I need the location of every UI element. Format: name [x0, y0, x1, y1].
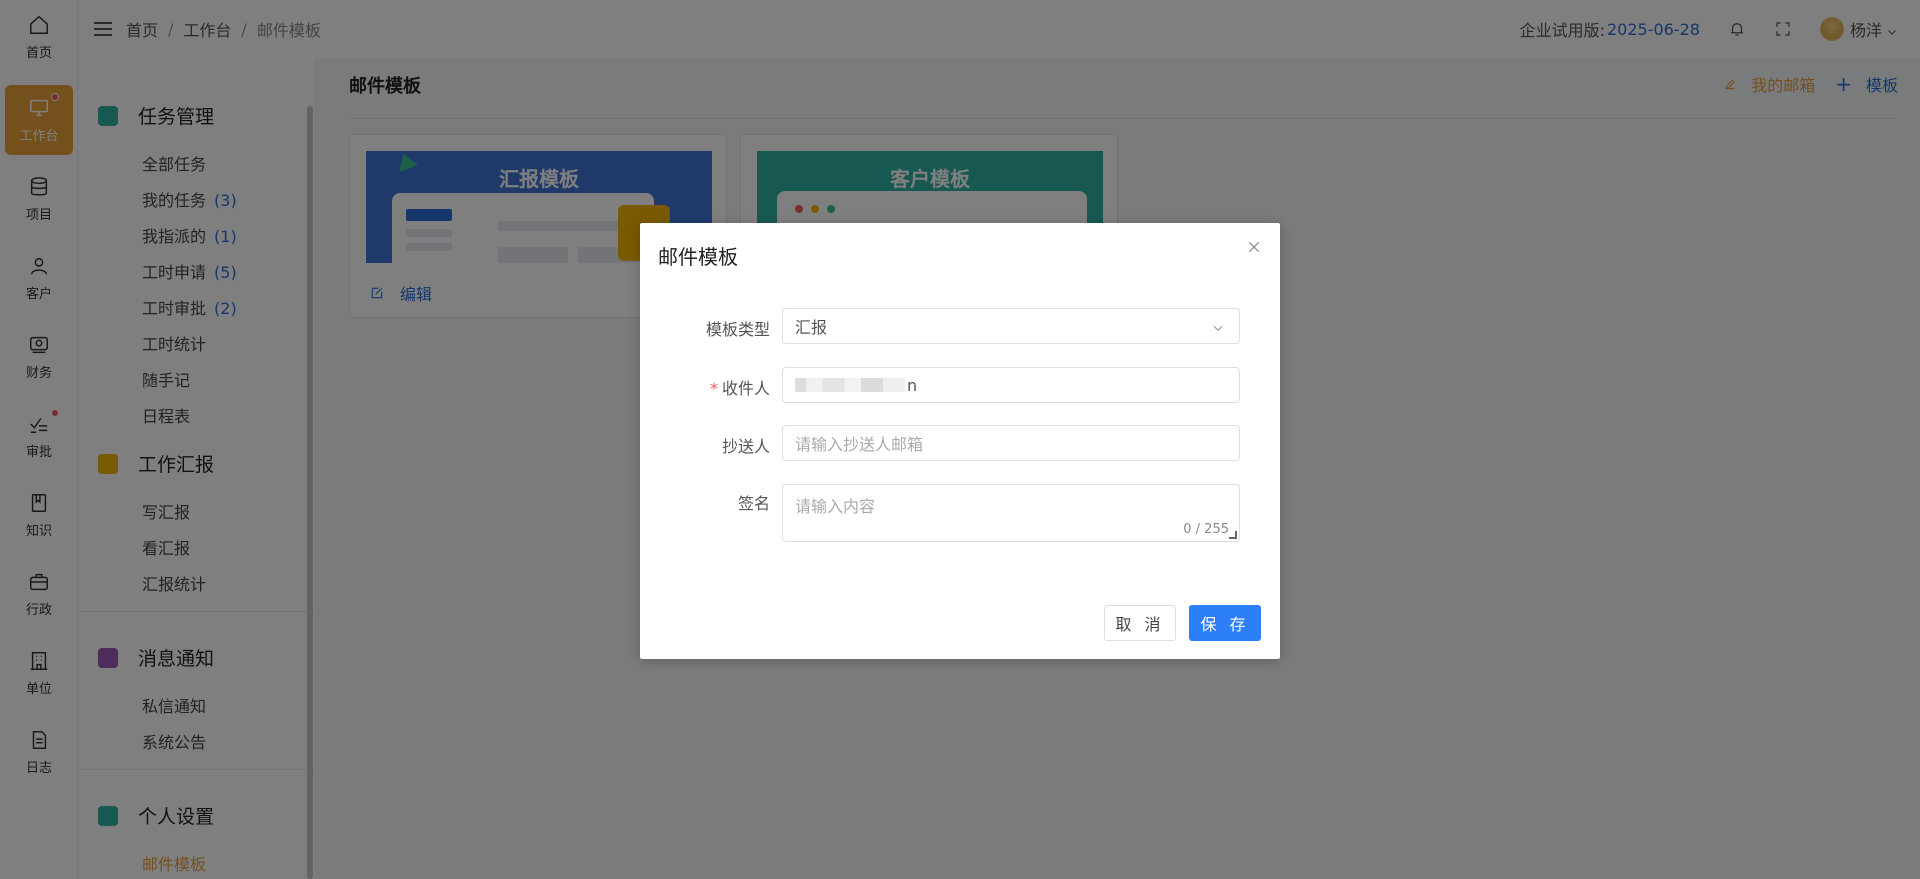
signature-textarea[interactable]: 请输入内容 0 / 255 — [782, 484, 1240, 542]
field-label: * 收件人 — [709, 379, 770, 398]
redacted-text — [795, 378, 905, 392]
field-label: 抄送人 — [721, 437, 770, 456]
close-icon[interactable] — [1246, 239, 1262, 255]
field-label: 模板类型 — [705, 320, 770, 339]
template-type-select[interactable]: 汇报 — [782, 308, 1240, 344]
cancel-button[interactable]: 取 消 — [1104, 605, 1176, 641]
field-label: 签名 — [737, 494, 770, 513]
input-placeholder: 请输入内容 — [795, 497, 876, 516]
mail-template-dialog: 邮件模板 模板类型 汇报 * 收件人 n 抄送人 请输入抄送人邮箱 签名 请输入内… — [640, 223, 1280, 659]
input-value: n — [907, 375, 918, 395]
dialog-title: 邮件模板 — [658, 245, 738, 269]
resize-handle[interactable] — [1229, 531, 1237, 539]
input-placeholder: 请输入抄送人邮箱 — [795, 435, 924, 454]
select-value: 汇报 — [795, 318, 828, 337]
char-counter: 0 / 255 — [1183, 522, 1229, 537]
recipient-input[interactable]: n — [782, 367, 1240, 403]
save-button[interactable]: 保 存 — [1189, 605, 1261, 641]
cc-input[interactable]: 请输入抄送人邮箱 — [782, 425, 1240, 461]
chevron-down-icon — [1211, 320, 1225, 334]
